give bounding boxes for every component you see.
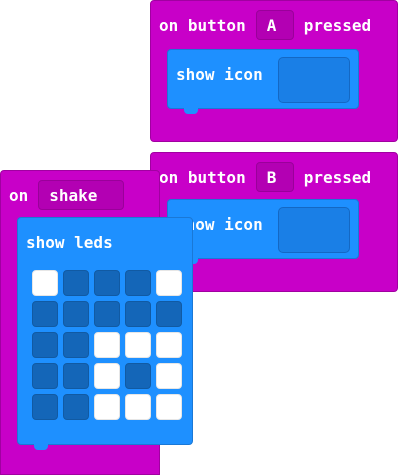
led-cell[interactable]: [156, 394, 182, 420]
on-shake-block[interactable]: on shake show leds: [0, 170, 193, 475]
on-button-b-header: on button B pressed: [159, 161, 371, 193]
show-icon-label: show icon: [176, 64, 263, 84]
led-cell[interactable]: [125, 332, 151, 358]
show-icon-block-b[interactable]: show icon: [167, 199, 359, 264]
led-cell[interactable]: [125, 394, 151, 420]
led-cell[interactable]: [125, 363, 151, 389]
led-cell[interactable]: [63, 332, 89, 358]
led-cell[interactable]: [63, 301, 89, 327]
event-label: on: [9, 185, 29, 205]
gesture-dropdown[interactable]: shake: [38, 180, 125, 210]
show-icon-block-a[interactable]: show icon: [167, 49, 359, 114]
led-cell[interactable]: [156, 332, 182, 358]
icon-picker-a[interactable]: [278, 57, 350, 103]
led-cell[interactable]: [156, 363, 182, 389]
led-cell[interactable]: [32, 270, 58, 296]
led-cell[interactable]: [32, 363, 58, 389]
led-cell[interactable]: [125, 301, 151, 327]
led-cell[interactable]: [94, 301, 120, 327]
on-button-a-pressed-block[interactable]: on button A pressed show icon: [150, 0, 398, 142]
pressed-label: pressed: [303, 167, 372, 187]
led-cell[interactable]: [94, 363, 120, 389]
pressed-label: pressed: [303, 15, 372, 35]
led-cell[interactable]: [63, 394, 89, 420]
led-cell[interactable]: [32, 394, 58, 420]
led-cell[interactable]: [94, 270, 120, 296]
led-cell[interactable]: [32, 332, 58, 358]
event-label: on button: [159, 15, 246, 35]
led-cell[interactable]: [32, 301, 58, 327]
led-cell[interactable]: [94, 394, 120, 420]
icon-picker-b[interactable]: [278, 207, 350, 253]
led-cell[interactable]: [156, 301, 182, 327]
led-cell[interactable]: [63, 270, 89, 296]
button-a-dropdown[interactable]: A: [255, 10, 294, 40]
led-matrix[interactable]: [32, 270, 182, 420]
on-shake-header: on shake: [9, 179, 125, 211]
led-cell[interactable]: [94, 332, 120, 358]
show-leds-label: show leds: [26, 232, 113, 252]
on-button-a-header: on button A pressed: [159, 9, 371, 41]
led-cell[interactable]: [156, 270, 182, 296]
show-leds-block[interactable]: show leds: [17, 217, 193, 450]
led-cell[interactable]: [63, 363, 89, 389]
button-b-dropdown[interactable]: B: [255, 162, 294, 192]
event-label: on button: [159, 167, 246, 187]
led-cell[interactable]: [125, 270, 151, 296]
